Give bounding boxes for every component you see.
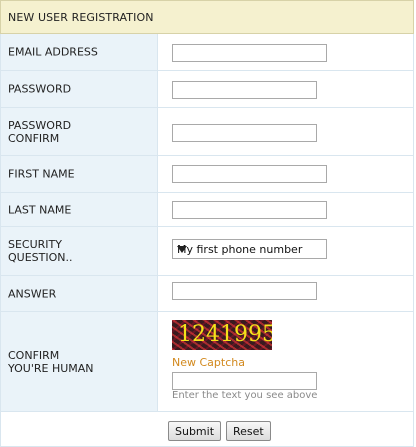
password-confirm-field[interactable] <box>172 124 317 142</box>
email-label: EMAIL ADDRESS <box>8 45 98 59</box>
password-confirm-label: PASSWORD CONFIRM <box>8 118 72 145</box>
last-name-value-cell <box>158 193 413 226</box>
first-name-field[interactable] <box>172 165 327 183</box>
last-name-field[interactable] <box>172 201 327 219</box>
row-password: PASSWORD <box>0 71 414 108</box>
answer-label-cell: ANSWER <box>1 276 158 311</box>
password-label: PASSWORD <box>8 82 72 96</box>
row-last-name: LAST NAME <box>0 193 414 227</box>
row-email: EMAIL ADDRESS <box>0 34 414 71</box>
reset-button[interactable]: Reset <box>226 421 271 441</box>
captcha-value-cell: 1241995 New Captcha Enter the text you s… <box>158 312 413 411</box>
password-value-cell <box>158 71 413 107</box>
row-captcha: CONFIRM YOU'RE HUMAN 1241995 New Captcha… <box>0 312 414 412</box>
last-name-label-cell: LAST NAME <box>1 193 158 226</box>
dropdown-arrow-icon <box>177 246 187 253</box>
captcha-image: 1241995 <box>172 320 272 350</box>
row-security-question: SECURITY QUESTION.. My first phone numbe… <box>0 227 414 276</box>
last-name-label: LAST NAME <box>8 203 72 216</box>
email-label-cell: EMAIL ADDRESS <box>1 34 158 70</box>
captcha-code: 1241995 <box>178 322 272 347</box>
security-question-label-cell: SECURITY QUESTION.. <box>1 227 158 275</box>
form-header: NEW USER REGISTRATION <box>0 0 414 34</box>
security-question-label: SECURITY QUESTION.. <box>8 238 73 264</box>
row-password-confirm: PASSWORD CONFIRM <box>0 108 414 156</box>
password-label-cell: PASSWORD <box>1 71 158 107</box>
first-name-label: FIRST NAME <box>8 167 75 181</box>
captcha-label: CONFIRM YOU'RE HUMAN <box>8 348 94 375</box>
new-captcha-link[interactable]: New Captcha <box>172 356 245 369</box>
captcha-label-cell: CONFIRM YOU'RE HUMAN <box>1 312 158 411</box>
answer-field[interactable] <box>172 282 317 300</box>
first-name-label-cell: FIRST NAME <box>1 156 158 192</box>
button-row: Submit Reset <box>0 412 414 447</box>
row-first-name: FIRST NAME <box>0 156 414 193</box>
security-question-value-cell: My first phone number <box>158 227 413 275</box>
password-field[interactable] <box>172 81 317 99</box>
row-answer: ANSWER <box>0 276 414 312</box>
password-confirm-label-cell: PASSWORD CONFIRM <box>1 108 158 155</box>
security-question-select[interactable]: My first phone number <box>172 239 327 259</box>
answer-value-cell <box>158 276 413 311</box>
registration-form: NEW USER REGISTRATION EMAIL ADDRESS PASS… <box>0 0 416 447</box>
password-confirm-value-cell <box>158 108 413 155</box>
email-value-cell <box>158 34 413 70</box>
captcha-hint: Enter the text you see above <box>172 390 318 401</box>
form-title: NEW USER REGISTRATION <box>8 11 154 24</box>
security-question-selected: My first phone number <box>177 243 303 256</box>
submit-button[interactable]: Submit <box>168 421 222 441</box>
first-name-value-cell <box>158 156 413 192</box>
captcha-field[interactable] <box>172 372 317 390</box>
answer-label: ANSWER <box>8 287 57 300</box>
email-field[interactable] <box>172 44 327 62</box>
